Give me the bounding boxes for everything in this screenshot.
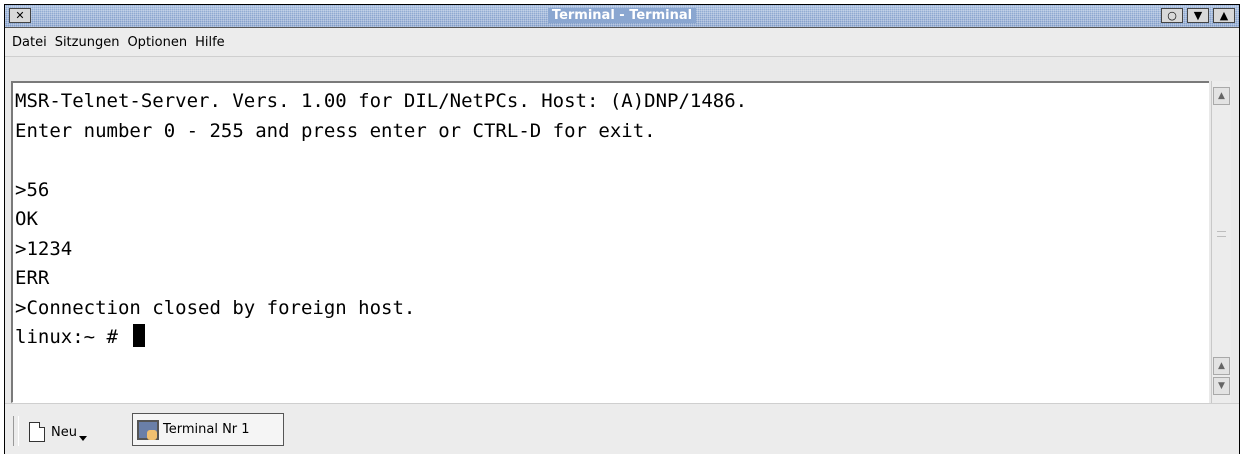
- terminal-prompt-line: linux:~ #: [15, 323, 747, 353]
- close-button[interactable]: ✕: [9, 8, 31, 23]
- shade-icon: ▼: [1193, 9, 1203, 22]
- menu-item-optionen[interactable]: Optionen: [124, 35, 190, 50]
- tabbar-handle[interactable]: [13, 416, 19, 446]
- window-title: Terminal - Terminal: [547, 8, 697, 23]
- menu-item-datei[interactable]: Datei: [9, 35, 50, 50]
- terminal-monitor-icon: [137, 419, 159, 440]
- maximize-icon: ▲: [1219, 9, 1229, 22]
- maximize-button[interactable]: ▲: [1213, 8, 1235, 23]
- vertical-scrollbar[interactable]: ▲ ▲ ▼: [1211, 81, 1231, 403]
- terminal-lines: MSR-Telnet-Server. Vers. 1.00 for DIL/Ne…: [15, 87, 747, 353]
- minimize-button[interactable]: ○: [1161, 8, 1183, 23]
- scroll-up-button-top[interactable]: ▲: [1213, 87, 1230, 105]
- new-session-button[interactable]: Neu: [25, 416, 145, 448]
- new-session-label: Neu: [51, 424, 77, 440]
- terminal-line: OK: [15, 208, 38, 230]
- close-icon: ✕: [15, 9, 25, 22]
- scroll-up-icon: ▲: [1218, 361, 1225, 371]
- terminal-line: MSR-Telnet-Server. Vers. 1.00 for DIL/Ne…: [15, 90, 748, 112]
- dropdown-arrow-icon[interactable]: [78, 435, 87, 441]
- terminal-prompt: linux:~ #: [15, 326, 130, 348]
- scroll-thumb-grip[interactable]: [1217, 231, 1226, 237]
- shade-button[interactable]: ▼: [1187, 8, 1209, 23]
- scroll-up-icon: ▲: [1218, 91, 1225, 101]
- tab-terminal-nr-1[interactable]: Terminal Nr 1: [132, 413, 284, 446]
- terminal-line: >Connection closed by foreign host.: [15, 296, 416, 319]
- terminal-line: Enter number 0 - 255 and press enter or …: [15, 119, 656, 142]
- terminal-cursor: [133, 324, 146, 347]
- menu-item-sitzungen[interactable]: Sitzungen: [52, 35, 123, 50]
- menu-item-hilfe[interactable]: Hilfe: [192, 35, 228, 50]
- terminal-window: ✕ Terminal - Terminal ○ ▼ ▲ Datei Sitzun…: [4, 4, 1240, 454]
- terminal-line: ERR: [15, 267, 50, 289]
- minimize-icon: ○: [1167, 9, 1177, 22]
- scroll-down-button[interactable]: ▼: [1213, 377, 1230, 395]
- tab-label: Terminal Nr 1: [163, 422, 250, 437]
- scroll-up-button[interactable]: ▲: [1213, 357, 1230, 375]
- session-tab-bar: Neu Terminal Nr 1: [5, 403, 1239, 454]
- new-document-icon: [29, 422, 45, 442]
- terminal-line: >56: [15, 178, 50, 201]
- terminal-output[interactable]: MSR-Telnet-Server. Vers. 1.00 for DIL/Ne…: [11, 81, 1209, 403]
- window-title-container: Terminal - Terminal: [5, 5, 1239, 27]
- title-bar[interactable]: ✕ Terminal - Terminal ○ ▼ ▲: [5, 5, 1239, 28]
- terminal-line: >1234: [15, 237, 73, 260]
- menu-bar: Datei Sitzungen Optionen Hilfe: [5, 28, 1239, 57]
- scroll-down-icon: ▼: [1218, 381, 1225, 391]
